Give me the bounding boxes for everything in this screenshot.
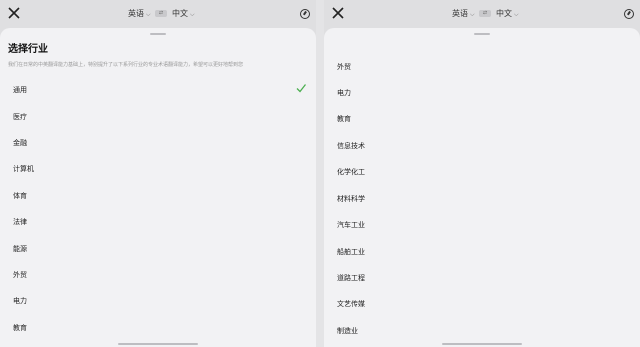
industry-option-label: 电力 (337, 89, 351, 97)
swap-icon: ⇄ (482, 10, 488, 16)
home-indicator (442, 343, 522, 345)
industry-option[interactable]: 外贸 (0, 261, 316, 287)
chevron-down-icon: ⌵ (146, 11, 151, 18)
industry-option[interactable]: 道路工程 (324, 264, 640, 290)
industry-option[interactable]: 体育 (0, 182, 316, 208)
sheet-description: 我们在日常的中英翻译能力基础上，特别提升了以下系列行业的专业术语翻译能力，希望可… (8, 62, 244, 68)
industry-option-label: 材料科学 (337, 195, 365, 203)
target-language-select[interactable]: 中文 ⌵ (172, 8, 195, 19)
industry-option[interactable]: 金融 (0, 129, 316, 155)
swap-languages-button[interactable]: ⇄ (479, 10, 491, 17)
check-icon (296, 83, 306, 93)
industry-option-label: 通用 (13, 86, 27, 94)
industry-option-label: 计算机 (13, 165, 34, 173)
industry-option[interactable]: 能源 (0, 235, 316, 261)
industry-option[interactable]: 医疗 (0, 103, 316, 129)
industry-option-label: 法律 (13, 218, 27, 226)
industry-option-label: 道路工程 (337, 274, 365, 282)
industry-option[interactable]: 化学化工 (324, 158, 640, 184)
chevron-down-icon: ⌵ (514, 11, 519, 18)
chevron-down-icon: ⌵ (470, 11, 475, 18)
industry-option-label: 船舶工业 (337, 248, 365, 256)
source-language-select[interactable]: 英语 ⌵ (452, 8, 475, 19)
industry-option[interactable]: 通用 (0, 76, 316, 102)
swap-icon: ⇄ (158, 10, 164, 16)
sheet-title: 选择行业 (8, 44, 48, 55)
industry-option[interactable]: 电力 (324, 79, 640, 105)
industry-option[interactable]: 船舶工业 (324, 238, 640, 264)
industry-option-label: 化学化工 (337, 168, 365, 176)
industry-option-label: 外贸 (337, 63, 351, 71)
industry-option[interactable]: 外贸 (324, 53, 640, 79)
history-icon[interactable] (624, 9, 634, 19)
target-language-label: 中文 (496, 9, 512, 18)
close-icon (8, 7, 20, 19)
target-language-select[interactable]: 中文 ⌵ (496, 8, 519, 19)
close-button[interactable] (331, 6, 345, 20)
industry-option[interactable]: 信息技术 (324, 132, 640, 158)
top-bar: 英语 ⌵ ⇄ 中文 ⌵ (0, 0, 316, 28)
industry-option[interactable]: 汽车工业 (324, 211, 640, 237)
close-button[interactable] (7, 6, 21, 20)
chevron-down-icon: ⌵ (190, 11, 195, 18)
sheet-drag-handle[interactable] (150, 33, 166, 35)
top-bar: 英语 ⌵ ⇄ 中文 ⌵ (324, 0, 640, 28)
industry-option-label: 教育 (13, 324, 27, 332)
source-language-label: 英语 (128, 9, 144, 18)
right-screen: 英语⌵ ⇄ 中文⌵ 外贸 电力 教育 信息技术 化学化工 材料科学 汽车工业 (324, 0, 640, 347)
industry-option-label: 制造业 (337, 327, 358, 335)
industry-option-label: 金融 (13, 139, 27, 147)
industry-option[interactable]: 材料科学 (324, 185, 640, 211)
industry-option[interactable]: 教育 (0, 314, 316, 340)
history-icon[interactable] (300, 9, 310, 19)
left-screen: 英语 ⌵ ⇄ 中文 ⌵ 选择行业 我们在日常的中英翻译能力基础上，特别提升了以下系列… (0, 0, 316, 347)
industry-option[interactable]: 计算机 (0, 155, 316, 181)
industry-option-label: 外贸 (13, 271, 27, 279)
industry-option-label: 文艺传媒 (337, 300, 365, 308)
industry-option-label: 能源 (13, 245, 27, 253)
target-language-label: 中文 (172, 9, 188, 18)
sheet-drag-handle[interactable] (474, 33, 490, 35)
industry-option-label: 汽车工业 (337, 221, 365, 229)
source-language-label: 英语 (452, 9, 468, 18)
source-language-select[interactable]: 英语 ⌵ (128, 8, 151, 19)
industry-sheet: 外贸 电力 教育 信息技术 化学化工 材料科学 汽车工业 船舶工业 道路工程 文… (324, 28, 640, 347)
industry-option[interactable]: 文艺传媒 (324, 290, 640, 316)
industry-option-label: 信息技术 (337, 142, 365, 150)
industry-option[interactable]: 法律 (0, 208, 316, 234)
industry-option[interactable]: 电力 (0, 287, 316, 313)
industry-option-label: 医疗 (13, 113, 27, 121)
industry-option[interactable]: 制造业 (324, 317, 640, 343)
industry-option-label: 教育 (337, 115, 351, 123)
industry-option-label: 体育 (13, 192, 27, 200)
swap-languages-button[interactable]: ⇄ (155, 10, 167, 17)
close-icon (332, 7, 344, 19)
industry-sheet: 选择行业 我们在日常的中英翻译能力基础上，特别提升了以下系列行业的专业术语翻译能… (0, 28, 316, 347)
home-indicator (118, 343, 198, 345)
industry-option[interactable]: 教育 (324, 105, 640, 131)
industry-option-label: 电力 (13, 297, 27, 305)
